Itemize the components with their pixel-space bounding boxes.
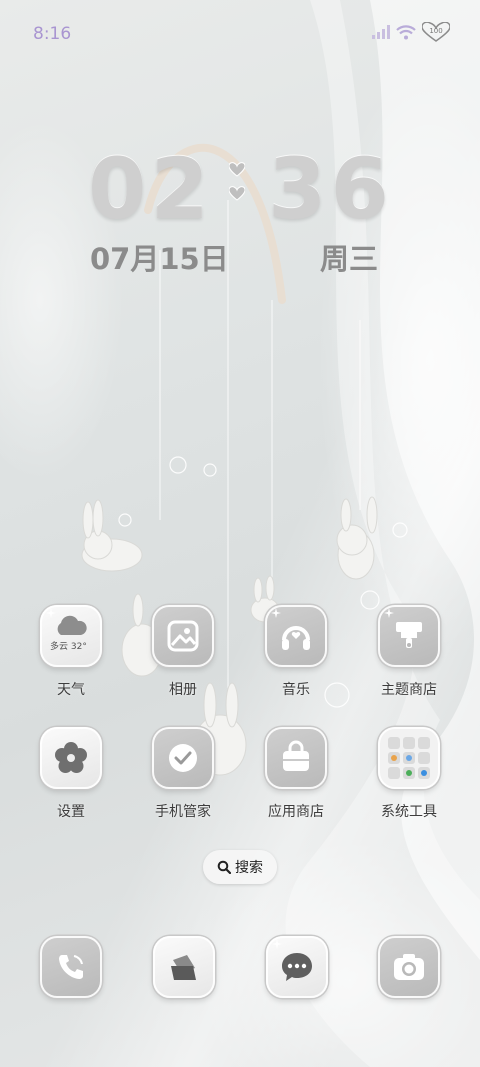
files-icon [153,936,215,998]
check-shield-icon [169,744,197,772]
app-theme-store[interactable]: 主题商店 [364,605,454,699]
status-time: 8:16 [33,24,72,44]
theme-store-icon [378,605,440,667]
app-label: 音乐 [282,682,310,698]
battery-level: 100 [429,27,442,35]
date-line: 07月15日 周三 [90,236,390,276]
music-icon [265,605,327,667]
gallery-icon [152,605,214,667]
dock-camera[interactable] [378,936,440,998]
app-label: 主题商店 [381,682,437,698]
app-gallery[interactable]: 相册 [138,605,228,699]
phone-manager-icon [152,727,214,789]
dock-files[interactable] [153,936,215,998]
sparkle-icon [384,608,394,618]
app-app-store[interactable]: 应用商店 [251,727,341,821]
paint-brush-icon [396,622,422,648]
app-phone-manager[interactable]: 手机管家 [138,727,228,821]
clock: 02 36 [88,140,389,238]
sparkle-icon [271,608,281,618]
date-text: 07月15日 [90,242,229,276]
weather-icon: 多云 32° [40,605,102,667]
search-button[interactable]: 搜索 [203,850,277,884]
settings-icon [40,727,102,789]
app-label: 应用商店 [268,804,324,820]
status-bar: 8:16 100 [0,0,480,66]
weather-summary: 多云 32° [50,642,87,652]
picture-icon [167,620,199,652]
chat-bubble-icon [282,953,312,981]
clock-minute: 36 [268,140,393,238]
camera-icon [378,936,440,998]
app-store-icon [265,727,327,789]
app-label: 系统工具 [381,804,437,820]
cloud-icon [57,615,87,635]
app-music[interactable]: 音乐 [251,605,341,699]
app-weather[interactable]: 多云 32° 天气 [26,605,116,699]
app-label: 设置 [57,804,85,820]
weekday-text: 周三 [320,242,379,276]
sparkle-icon [272,939,282,949]
shopping-bag-icon [283,740,309,771]
phone-icon [40,936,102,998]
status-icons: 100 [372,22,450,42]
phone-handset-icon [59,955,83,979]
headphones-icon [282,626,310,650]
wifi-icon [396,24,416,39]
dock-messages[interactable] [266,936,328,998]
app-label: 相册 [169,682,197,698]
system-tools-folder-icon [378,727,440,789]
app-system-tools-folder[interactable]: 系统工具 [364,727,454,821]
app-settings[interactable]: 设置 [26,727,116,821]
messages-icon [266,936,328,998]
battery-heart-icon: 100 [422,22,450,42]
folder-preview-icon [388,737,430,779]
app-label: 手机管家 [155,804,211,820]
app-label: 天气 [57,682,85,698]
signal-icon [372,25,390,39]
flower-gear-icon [55,742,87,773]
dock-phone[interactable] [40,936,102,998]
clock-separator-hearts [229,162,245,201]
camera-lens-icon [394,954,424,980]
search-icon [217,860,231,874]
folder-stack-icon [171,955,196,980]
clock-hour: 02 [88,140,213,238]
search-label: 搜索 [235,860,263,876]
